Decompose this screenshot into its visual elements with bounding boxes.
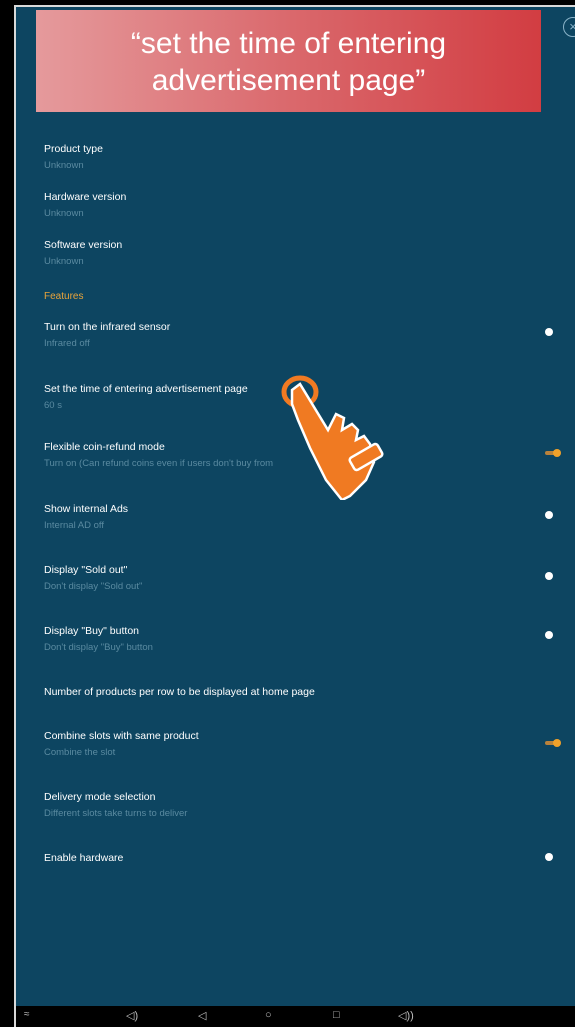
infrared-toggle[interactable] <box>545 328 553 336</box>
enable-hardware-row[interactable]: Enable hardware <box>44 851 544 865</box>
combine-slots-title: Combine slots with same product <box>44 730 199 742</box>
recents-icon[interactable]: □ <box>333 1009 340 1021</box>
combine-slots-toggle[interactable] <box>545 739 561 747</box>
toggle-thumb <box>553 739 561 747</box>
sold-out-toggle[interactable] <box>545 572 553 580</box>
software-version-value: Unknown <box>44 256 84 267</box>
enable-hardware-toggle[interactable] <box>545 853 553 861</box>
home-icon[interactable]: ○ <box>265 1009 272 1021</box>
software-version-row[interactable]: Software version Unknown <box>44 238 544 268</box>
products-per-row-title: Number of products per row to be display… <box>44 686 315 698</box>
delivery-mode-row[interactable]: Delivery mode selection Different slots … <box>44 790 544 820</box>
product-type-value: Unknown <box>44 160 84 171</box>
delivery-mode-value: Different slots take turns to deliver <box>44 808 188 819</box>
annotation-banner: “set the time of entering advertisement … <box>36 10 541 112</box>
banner-line-1: “set the time of entering <box>130 27 447 60</box>
volume-down-icon[interactable]: ◁) <box>126 1009 138 1022</box>
buy-button-status: Don't display "Buy" button <box>44 642 153 653</box>
close-icon[interactable]: × <box>563 17 575 37</box>
buy-button-title: Display "Buy" button <box>44 625 140 637</box>
infrared-row[interactable]: Turn on the infrared sensor Infrared off <box>44 320 544 350</box>
volume-up-icon[interactable]: ◁)) <box>398 1009 414 1022</box>
internal-ads-toggle[interactable] <box>545 511 553 519</box>
hardware-version-title: Hardware version <box>44 191 127 203</box>
pointing-hand-icon <box>281 375 384 500</box>
infrared-title: Turn on the infrared sensor <box>44 321 171 333</box>
coin-refund-toggle[interactable] <box>545 449 561 457</box>
banner-line-2: advertisement page” <box>151 64 426 97</box>
toggle-thumb <box>553 449 561 457</box>
internal-ads-title: Show internal Ads <box>44 503 129 515</box>
sold-out-row[interactable]: Display "Sold out" Don't display "Sold o… <box>44 563 544 593</box>
internal-ads-row[interactable]: Show internal Ads Internal AD off <box>44 502 544 532</box>
hardware-version-row[interactable]: Hardware version Unknown <box>44 190 544 220</box>
back-icon[interactable]: ◁ <box>198 1009 206 1022</box>
chevron-down-icon[interactable]: ≈ <box>24 1009 30 1020</box>
sold-out-status: Don't display "Sold out" <box>44 581 143 592</box>
delivery-mode-title: Delivery mode selection <box>44 791 156 803</box>
system-nav-bar: ≈ ◁) ◁ ○ □ ◁)) <box>16 1006 575 1027</box>
combine-slots-status: Combine the slot <box>44 747 116 758</box>
product-type-row[interactable]: Product type Unknown <box>44 142 544 172</box>
software-version-title: Software version <box>44 239 123 251</box>
products-per-row-row[interactable]: Number of products per row to be display… <box>44 685 544 699</box>
enable-hardware-title: Enable hardware <box>44 852 124 864</box>
features-section-header: Features <box>44 291 84 302</box>
buy-button-toggle[interactable] <box>545 631 553 639</box>
hardware-version-value: Unknown <box>44 208 84 219</box>
internal-ads-status: Internal AD off <box>44 520 105 531</box>
sold-out-title: Display "Sold out" <box>44 564 128 576</box>
infrared-status: Infrared off <box>44 338 90 349</box>
product-type-title: Product type <box>44 143 103 155</box>
buy-button-row[interactable]: Display "Buy" button Don't display "Buy"… <box>44 624 544 654</box>
combine-slots-row[interactable]: Combine slots with same product Combine … <box>44 729 544 759</box>
